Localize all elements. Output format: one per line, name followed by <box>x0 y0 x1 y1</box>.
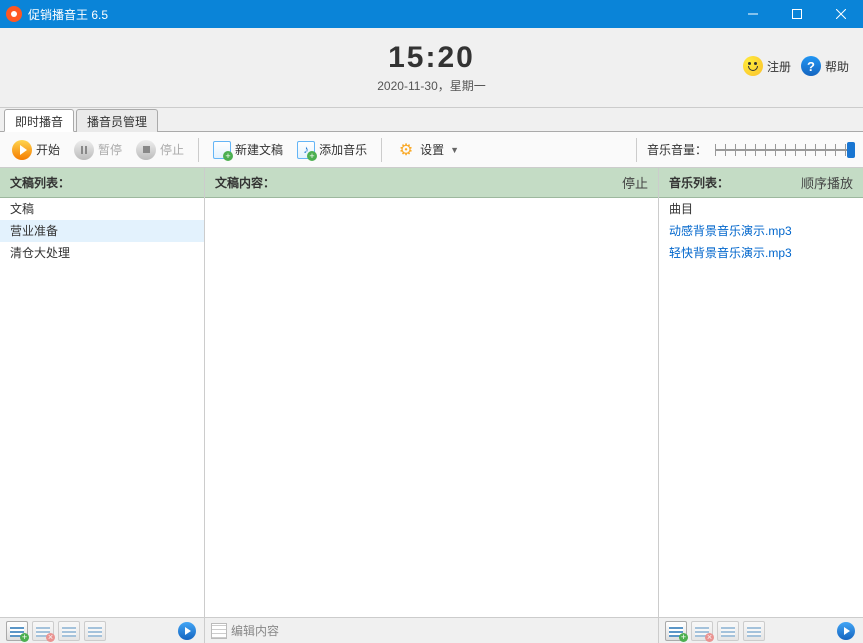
chevron-down-icon: ▼ <box>450 145 459 155</box>
close-button[interactable] <box>819 0 863 28</box>
add-music-icon <box>297 141 315 159</box>
add-music-button[interactable]: 添加音乐 <box>293 138 371 162</box>
clock-time: 15:20 <box>377 41 486 75</box>
header: 15:20 2020-11-30，星期一 注册 ? 帮助 <box>0 28 863 108</box>
tab-realtime-broadcast[interactable]: 即时播音 <box>4 109 74 132</box>
doccontent-bottom-tools: 编辑内容 <box>205 618 659 643</box>
music-list-panel: 音乐列表： 顺序播放 曲目 动感背景音乐演示.mp3 轻快背景音乐演示.mp3 <box>659 168 863 617</box>
separator <box>636 138 637 162</box>
clock: 15:20 2020-11-30，星期一 <box>377 41 486 94</box>
doclist-body: 文稿 营业准备 清仓大处理 <box>0 198 204 617</box>
music-item[interactable]: 轻快背景音乐演示.mp3 <box>659 242 863 264</box>
help-button[interactable]: ? 帮助 <box>801 56 849 76</box>
titlebar: 促销播音王 6.5 <box>0 0 863 28</box>
new-doc-icon <box>213 141 231 159</box>
musiclist-header: 音乐列表： 顺序播放 <box>659 168 863 198</box>
maximize-button[interactable] <box>775 0 819 28</box>
musiclist-column-header: 曲目 <box>659 198 863 220</box>
app-title: 促销播音王 6.5 <box>28 6 108 23</box>
doclist-bottom-tools <box>0 618 205 643</box>
doclist-play-button[interactable] <box>176 621 198 641</box>
volume-slider[interactable] <box>715 144 855 156</box>
musiclist-add-button[interactable] <box>665 621 687 641</box>
stop-icon <box>136 140 156 160</box>
volume-label: 音乐音量： <box>647 141 707 158</box>
musiclist-delete-button[interactable] <box>691 621 713 641</box>
edit-content-button[interactable]: 编辑内容 <box>211 622 279 639</box>
help-icon: ? <box>801 56 821 76</box>
bottom-bar: 编辑内容 <box>0 617 863 643</box>
register-button[interactable]: 注册 <box>743 56 791 76</box>
doclist-movedown-button[interactable] <box>84 621 106 641</box>
play-icon <box>12 140 32 160</box>
pause-button[interactable]: 暂停 <box>70 137 126 163</box>
app-icon <box>6 6 22 22</box>
tabs: 即时播音 播音员管理 <box>0 108 863 132</box>
list-item[interactable]: 清仓大处理 <box>0 242 204 264</box>
musiclist-moveup-button[interactable] <box>717 621 739 641</box>
musiclist-movedown-button[interactable] <box>743 621 765 641</box>
musiclist-bottom-tools <box>659 618 863 643</box>
edit-icon <box>211 623 227 639</box>
gear-icon: ⚙ <box>396 140 416 160</box>
music-volume-control: 音乐音量： <box>647 141 855 158</box>
toolbar: 开始 暂停 停止 新建文稿 添加音乐 ⚙设置▼ 音乐音量： <box>0 132 863 168</box>
play-mode[interactable]: 顺序播放 <box>801 173 853 192</box>
clock-date: 2020-11-30，星期一 <box>377 77 486 94</box>
doclist-add-button[interactable] <box>6 621 28 641</box>
main-area: 文稿列表： 文稿 营业准备 清仓大处理 文稿内容： 停止 音乐列表： 顺序播放 … <box>0 168 863 617</box>
musiclist-play-button[interactable] <box>835 621 857 641</box>
start-button[interactable]: 开始 <box>8 137 64 163</box>
doclist-header: 文稿列表： <box>0 168 204 198</box>
document-content-panel: 文稿内容： 停止 <box>205 168 659 617</box>
list-item[interactable]: 文稿 <box>0 198 204 220</box>
music-item[interactable]: 动感背景音乐演示.mp3 <box>659 220 863 242</box>
musiclist-body: 曲目 动感背景音乐演示.mp3 轻快背景音乐演示.mp3 <box>659 198 863 617</box>
doclist-delete-button[interactable] <box>32 621 54 641</box>
volume-thumb[interactable] <box>847 142 855 158</box>
document-list-panel: 文稿列表： 文稿 营业准备 清仓大处理 <box>0 168 205 617</box>
pause-icon <box>74 140 94 160</box>
tab-announcer-manage[interactable]: 播音员管理 <box>76 109 158 132</box>
list-item[interactable]: 营业准备 <box>0 220 204 242</box>
separator <box>198 138 199 162</box>
settings-button[interactable]: ⚙设置▼ <box>392 137 463 163</box>
minimize-button[interactable] <box>731 0 775 28</box>
separator <box>381 138 382 162</box>
doccontent-header: 文稿内容： 停止 <box>205 168 658 198</box>
doclist-moveup-button[interactable] <box>58 621 80 641</box>
doccontent-body[interactable] <box>205 198 658 617</box>
smiley-icon <box>743 56 763 76</box>
new-document-button[interactable]: 新建文稿 <box>209 138 287 162</box>
stop-button[interactable]: 停止 <box>132 137 188 163</box>
playback-status: 停止 <box>622 173 648 192</box>
